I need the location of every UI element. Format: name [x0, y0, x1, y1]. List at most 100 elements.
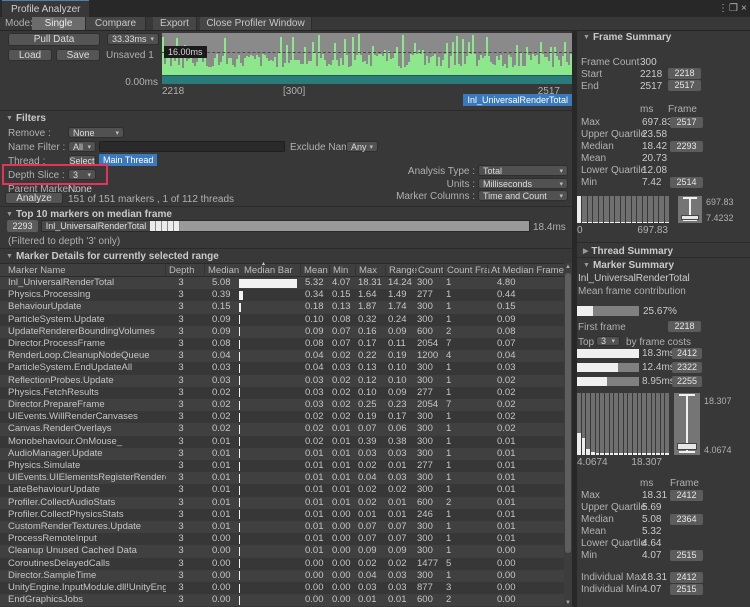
- frame-link-button[interactable]: 2515: [670, 584, 703, 595]
- table-row[interactable]: Monobehaviour.OnMouse_30.010.020.010.390…: [0, 436, 564, 448]
- menu-icon[interactable]: ⋮: [718, 2, 728, 15]
- frame-link-button[interactable]: 2322: [672, 362, 702, 373]
- top10-bar[interactable]: Inl_UniversalRenderTotal: [41, 220, 530, 232]
- cell-max: 0.02: [358, 497, 386, 509]
- table-row[interactable]: UIEvents.UIElementsRegisterRenderers30.0…: [0, 472, 564, 484]
- analysis-type-dropdown[interactable]: Total▾: [478, 165, 568, 176]
- maximize-icon[interactable]: ❐: [729, 2, 738, 15]
- frame-link-button[interactable]: 2293: [670, 141, 703, 152]
- chevron-down-icon: ▾: [87, 143, 91, 151]
- table-row[interactable]: Cleanup Unused Cached Data30.000.010.000…: [0, 545, 564, 557]
- frame-link-button[interactable]: 2364: [670, 514, 703, 525]
- frame-summary-header[interactable]: ▼Frame Summary: [583, 32, 671, 43]
- mode-single-button[interactable]: Single: [32, 17, 86, 30]
- marker-summary-header[interactable]: ▼Marker Summary: [583, 260, 674, 271]
- close-icon[interactable]: ×: [741, 2, 747, 15]
- depth-slice-dropdown[interactable]: 3▾: [68, 169, 96, 180]
- name-filter-mode-dropdown[interactable]: All▾: [68, 141, 96, 152]
- top10-header[interactable]: ▼Top 10 markers on median frame: [6, 209, 172, 220]
- mode-compare-button[interactable]: Compare: [86, 17, 146, 30]
- start-frame-button[interactable]: 2218: [668, 68, 701, 79]
- table-row[interactable]: ProcessRemoteInput30.000.010.000.070.073…: [0, 533, 564, 545]
- end-frame-button[interactable]: 2517: [668, 80, 701, 91]
- thread-summary-header[interactable]: ▶Thread Summary: [583, 246, 673, 257]
- stat-label: Min: [581, 550, 597, 561]
- table-row[interactable]: CoroutinesDelayedCalls30.000.000.000.020…: [0, 558, 564, 570]
- cell-depth: 3: [168, 338, 194, 350]
- table-row[interactable]: Inl_UniversalRenderTotal35.085.324.0718.…: [0, 277, 564, 289]
- cell-depth: 3: [168, 472, 194, 484]
- frame-time-graph[interactable]: 16.00ms: [162, 33, 572, 84]
- table-row[interactable]: Physics.Processing30.390.340.151.641.492…: [0, 289, 564, 301]
- top-n-dropdown[interactable]: 3▾: [596, 336, 620, 346]
- table-scrollbar[interactable]: ▲ ▼: [564, 263, 572, 607]
- frame-column-header: Frame: [670, 478, 699, 489]
- cell-min: 0.01: [332, 460, 358, 472]
- cell-min: 0.00: [332, 533, 358, 545]
- table-row[interactable]: Physics.Simulate30.010.010.010.020.01277…: [0, 460, 564, 472]
- histogram-bin: [591, 393, 595, 455]
- marker-columns-dropdown[interactable]: Time and Count▾: [478, 190, 568, 201]
- frame-link-button[interactable]: 2412: [672, 348, 702, 359]
- table-row[interactable]: Director.ProcessFrame30.080.080.070.170.…: [0, 338, 564, 350]
- marker-details-header[interactable]: ▼Marker Details for currently selected r…: [6, 251, 219, 262]
- table-row[interactable]: Director.PrepareFrame30.020.030.020.250.…: [0, 399, 564, 411]
- col-marker-name[interactable]: Marker Name: [5, 265, 166, 277]
- table-row[interactable]: RenderLoop.CleanupNodeQueue30.040.040.02…: [0, 350, 564, 362]
- table-row[interactable]: BehaviourUpdate30.150.180.131.871.743001…: [0, 301, 564, 313]
- table-row[interactable]: UpdateRendererBoundingVolumes30.090.090.…: [0, 326, 564, 338]
- frame-link-button[interactable]: 2515: [670, 550, 703, 561]
- analyze-button[interactable]: Analyze: [5, 192, 63, 204]
- export-button[interactable]: Export: [153, 17, 197, 30]
- cell-count: 300: [417, 423, 445, 435]
- frame-link-button[interactable]: 2517: [670, 117, 703, 128]
- frame-link-button[interactable]: 2514: [670, 177, 703, 188]
- scale-dropdown[interactable]: 33.33ms ▾: [107, 33, 159, 45]
- cell-mean: 0.01: [305, 533, 332, 545]
- table-row[interactable]: ParticleSystem.Update30.090.100.080.320.…: [0, 314, 564, 326]
- table-row[interactable]: ReflectionProbes.Update30.030.030.020.12…: [0, 375, 564, 387]
- col-count-frame[interactable]: Count Frame: [443, 265, 490, 277]
- col-max[interactable]: Max: [355, 265, 389, 277]
- col-median-bar[interactable]: Median Bar: [236, 265, 306, 277]
- exclude-names-dropdown[interactable]: Any▾: [346, 141, 378, 152]
- first-frame-button[interactable]: 2218: [668, 321, 701, 332]
- top10-selected-segment[interactable]: Inl_UniversalRenderTotal: [42, 221, 151, 231]
- table-row[interactable]: Canvas.RenderOverlays30.020.020.010.070.…: [0, 423, 564, 435]
- stat-row: Individual Max18.312412: [581, 572, 746, 584]
- thread-select-button[interactable]: Select: [68, 155, 96, 166]
- remove-dropdown[interactable]: None▾: [68, 127, 124, 138]
- table-row[interactable]: UIEvents.WillRenderCanvases30.020.020.02…: [0, 411, 564, 423]
- table-row[interactable]: Director.SampleTime30.000.000.000.040.03…: [0, 570, 564, 582]
- cell-marker-name: Monobehaviour.OnMouse_: [8, 436, 166, 448]
- close-profiler-window-button[interactable]: Close Profiler Window: [200, 17, 312, 30]
- tab-profile-analyzer[interactable]: Profile Analyzer: [2, 0, 89, 17]
- table-row[interactable]: LateBehaviourUpdate30.010.010.010.020.02…: [0, 484, 564, 496]
- frame-link-button[interactable]: 2412: [670, 572, 703, 583]
- col-at-median-frame[interactable]: At Median Frame: [487, 265, 565, 277]
- thread-value-tag[interactable]: Main Thread: [99, 154, 157, 166]
- frame-link-button[interactable]: 2255: [672, 376, 702, 387]
- scroll-up-icon[interactable]: ▲: [564, 264, 572, 270]
- table-row[interactable]: Physics.FetchResults30.020.030.020.100.0…: [0, 387, 564, 399]
- top10-frame-button[interactable]: 2293: [7, 220, 38, 232]
- col-mean[interactable]: Mean: [300, 265, 332, 277]
- col-depth[interactable]: Depth: [165, 265, 207, 277]
- table-row[interactable]: ParticleSystem.EndUpdateAll30.030.040.03…: [0, 362, 564, 374]
- selected-marker-tag[interactable]: Inl_UniversalRenderTotal: [463, 94, 572, 106]
- units-dropdown[interactable]: Milliseconds▾: [478, 178, 568, 189]
- table-row[interactable]: Profiler.CollectAudioStats30.010.010.010…: [0, 497, 564, 509]
- pull-data-button[interactable]: Pull Data: [8, 33, 100, 46]
- name-filter-input[interactable]: [99, 141, 285, 152]
- table-row[interactable]: UnityEngine.InputModule.dll!UnityEngineI…: [0, 582, 564, 594]
- table-row[interactable]: AudioManager.Update30.010.010.010.030.03…: [0, 448, 564, 460]
- scroll-down-icon[interactable]: ▼: [564, 600, 572, 606]
- load-button[interactable]: Load: [8, 49, 52, 61]
- save-button[interactable]: Save: [56, 49, 100, 61]
- filters-header[interactable]: ▼Filters: [6, 113, 46, 124]
- frame-link-button[interactable]: 2412: [670, 490, 703, 501]
- table-row[interactable]: CustomRenderTextures.Update30.010.010.00…: [0, 521, 564, 533]
- table-row[interactable]: EndGraphicsJobs30.000.000.000.010.016002…: [0, 594, 564, 606]
- scrollbar-thumb[interactable]: [565, 273, 571, 553]
- table-row[interactable]: Profiler.CollectPhysicsStats30.010.010.0…: [0, 509, 564, 521]
